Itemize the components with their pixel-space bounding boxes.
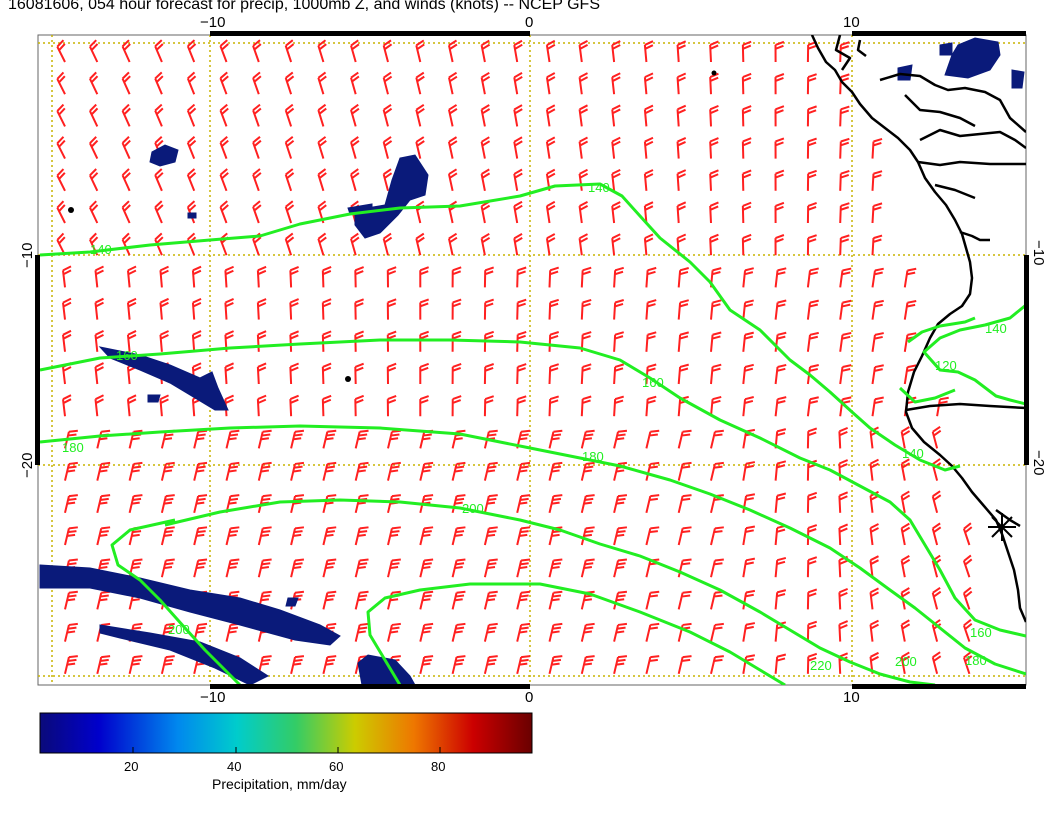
contour-label: 120 xyxy=(935,358,957,373)
colorbar-tick-label: 80 xyxy=(431,759,445,774)
contour-label: 200 xyxy=(462,501,484,516)
contour-label: 200 xyxy=(895,654,917,669)
lat-tick-left: −20 xyxy=(19,453,36,478)
lat-tick-right: −20 xyxy=(1030,450,1047,475)
contour-label: 160 xyxy=(642,375,664,390)
contour-label: 180 xyxy=(965,653,987,668)
contour-label: 140 xyxy=(985,321,1007,336)
lon-tick-top: 10 xyxy=(843,14,860,31)
contour-label: 200 xyxy=(168,622,190,637)
colorbar-tick-label: 40 xyxy=(227,759,241,774)
colorbar xyxy=(39,712,533,754)
lat-tick-right: −10 xyxy=(1030,240,1047,265)
contour-label: 180 xyxy=(62,440,84,455)
contour-label: 180 xyxy=(582,449,604,464)
contour-label: 140 xyxy=(902,446,924,461)
lon-tick-bottom: 0 xyxy=(525,689,533,706)
map-figure: 140 140 160 160 180 180 140 200 200 220 … xyxy=(19,14,1047,774)
lat-tick-left: −10 xyxy=(19,243,36,268)
lon-tick-bottom: −10 xyxy=(200,689,225,706)
map-frame xyxy=(37,34,1027,686)
contour-label: 160 xyxy=(116,348,138,363)
contour-label: 160 xyxy=(970,625,992,640)
lon-tick-top: −10 xyxy=(200,14,225,31)
colorbar-tick-label: 60 xyxy=(329,759,343,774)
contour-label: 140 xyxy=(90,242,112,257)
lon-tick-bottom: 10 xyxy=(843,689,860,706)
contour-label: 140 xyxy=(588,180,610,195)
lon-tick-top: 0 xyxy=(525,14,533,31)
colorbar-tick-label: 20 xyxy=(124,759,138,774)
location-marker xyxy=(988,513,1016,541)
colorbar-label: Precipitation, mm/day xyxy=(212,776,347,792)
contour-label: 220 xyxy=(810,658,832,673)
